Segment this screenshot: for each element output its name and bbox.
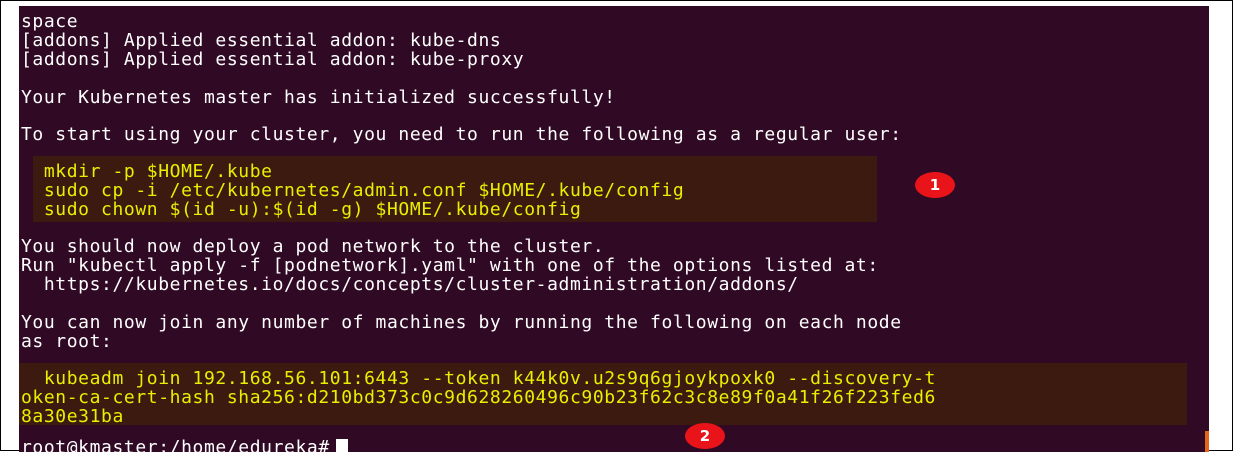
annotation-badge-2: 2 (685, 423, 725, 449)
output-line: To start using your cluster, you need to… (21, 124, 902, 145)
join-command-line: kubeadm join 192.168.56.101:6443 --token… (21, 368, 936, 389)
command-line: sudo cp -i /etc/kubernetes/admin.conf $H… (21, 180, 685, 201)
output-line: [addons] Applied essential addon: kube-d… (21, 30, 502, 51)
terminal-window[interactable]: space [addons] Applied essential addon: … (19, 6, 1209, 452)
output-line: space (21, 11, 79, 32)
join-command-line: 8a30e31ba (21, 406, 124, 427)
output-line: Run "kubectl apply -f [podnetwork].yaml"… (21, 255, 879, 276)
shell-prompt: root@kmaster:/home/edureka# (21, 437, 330, 452)
scrollbar-thumb[interactable] (1205, 431, 1209, 452)
screenshot-frame: space [addons] Applied essential addon: … (0, 0, 1233, 452)
command-line: sudo chown $(id -u):$(id -g) $HOME/.kube… (21, 199, 582, 220)
output-line: You should now deploy a pod network to t… (21, 236, 605, 257)
output-line: as root: (21, 331, 113, 352)
text-cursor (335, 439, 348, 452)
command-line: mkdir -p $HOME/.kube (21, 161, 273, 182)
annotation-badge-1: 1 (915, 172, 955, 198)
output-link: https://kubernetes.io/docs/concepts/clus… (21, 274, 799, 295)
join-command-line: oken-ca-cert-hash sha256:d210bd373c0c9d6… (21, 387, 936, 408)
output-line: You can now join any number of machines … (21, 312, 902, 333)
output-line: Your Kubernetes master has initialized s… (21, 87, 616, 108)
shell-prompt-line[interactable]: root@kmaster:/home/edureka# (21, 438, 348, 452)
output-line: [addons] Applied essential addon: kube-p… (21, 49, 525, 70)
